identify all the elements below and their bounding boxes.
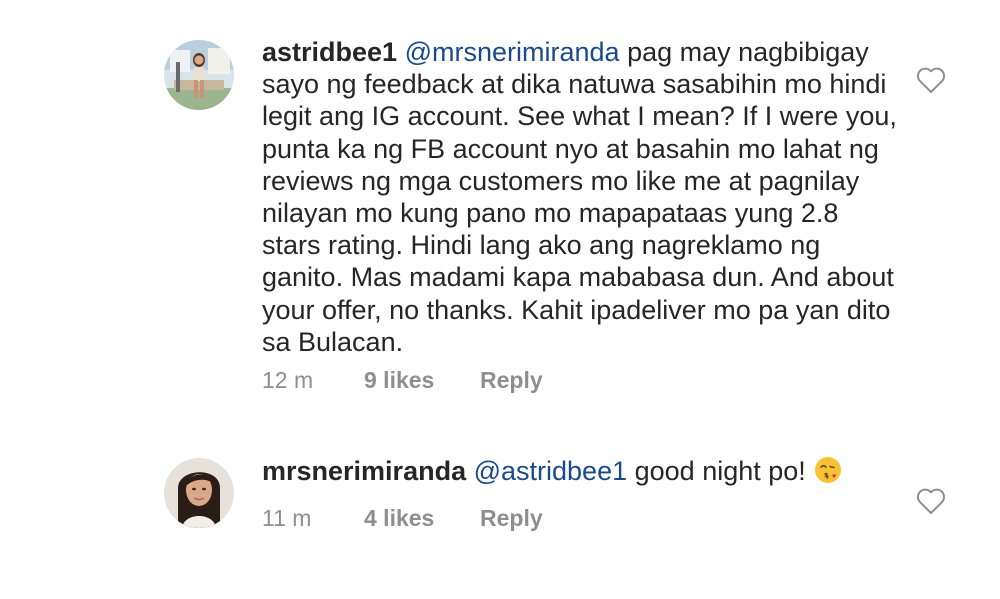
comment-mention[interactable]: @mrsnerimiranda [405,37,620,67]
comment-mrsnerimiranda: mrsnerimiranda @astridbee1 good night po… [0,440,1000,560]
comment-username[interactable]: astridbee1 [262,37,397,67]
comment-likes[interactable]: 9 likes [364,367,480,394]
comment-username[interactable]: mrsnerimiranda [262,456,466,486]
comment-message: good night po! [634,456,806,486]
comment-mention[interactable]: @astridbee1 [474,456,628,486]
face-blowing-kiss-emoji-icon [815,457,842,483]
comment-text: mrsnerimiranda @astridbee1 good night po… [262,455,902,487]
heart-icon[interactable] [916,487,946,515]
comment-meta: 11 m 4 likes Reply [262,505,543,532]
comment-text: astridbee1 @mrsnerimiranda pag may nagbi… [262,36,902,358]
comment-time: 12 m [262,367,314,393]
profile-photo-icon [164,40,234,110]
comment-likes[interactable]: 4 likes [364,505,480,532]
comment-astridbee1: astridbee1 @mrsnerimiranda pag may nagbi… [0,0,1000,420]
avatar[interactable] [164,458,234,528]
comment-time: 11 m [262,505,312,531]
profile-photo-icon [164,458,234,528]
avatar[interactable] [164,40,234,110]
reply-button[interactable]: Reply [480,367,543,394]
comment-meta: 12 m 9 likes Reply [262,367,543,394]
heart-icon[interactable] [916,66,946,94]
reply-button[interactable]: Reply [480,505,543,532]
comment-message: pag may nagbibigay sayo ng feedback at d… [262,37,897,357]
